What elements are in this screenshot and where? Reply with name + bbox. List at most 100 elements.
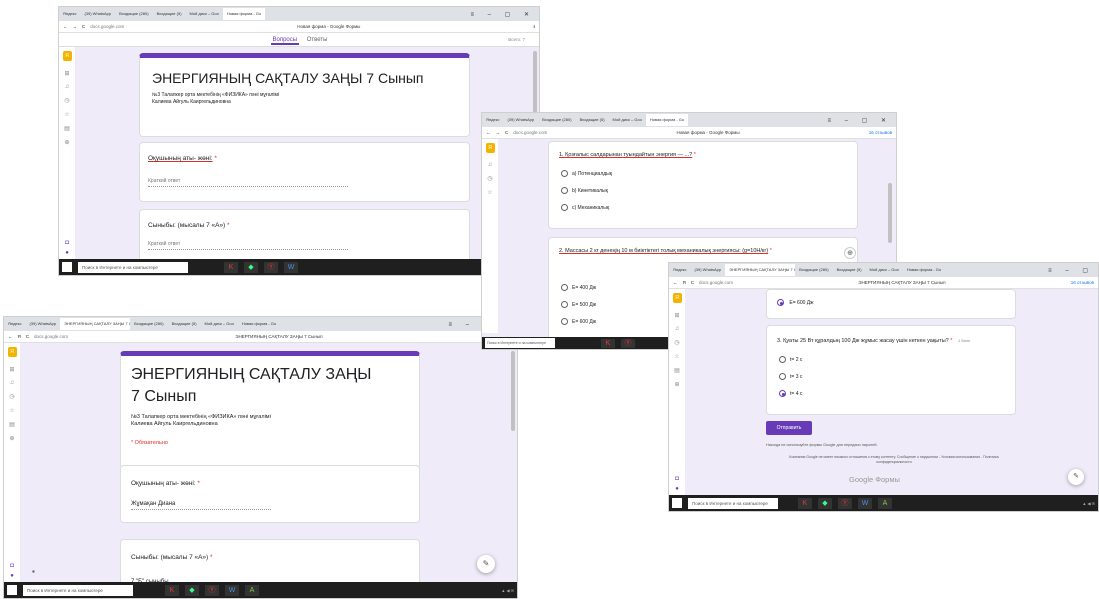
address-bar[interactable]: ← Я C docs.google.com ЭНЕРГИЯНЫҢ САҚТАЛУ… (4, 331, 517, 343)
collections-icon[interactable]: ▤ (674, 367, 680, 374)
forward-icon[interactable]: → (496, 130, 501, 135)
yandex-logo-icon[interactable]: Я (62, 51, 72, 61)
add-icon[interactable]: ⊕ (9, 435, 14, 442)
browser-tab[interactable]: Входящие (5) (576, 114, 609, 126)
browser-tab[interactable]: Яндекс (59, 8, 80, 20)
alice-icon[interactable]: ● (10, 573, 14, 579)
tab-answers[interactable]: Ответы (307, 37, 328, 43)
windows-start-icon[interactable] (672, 498, 682, 508)
edit-fab-icon[interactable]: ✎ (1068, 469, 1084, 485)
radio-button[interactable] (779, 356, 786, 363)
forward-icon[interactable]: Я (683, 280, 686, 285)
address-bar[interactable]: ← Я C docs.google.com ЭНЕРГИЯНЫҢ САҚТАЛУ… (669, 277, 1098, 289)
scrollbar[interactable] (511, 351, 515, 431)
option-row[interactable]: t= 4 с (767, 380, 1015, 397)
form-description[interactable]: №3 Талапкер орта мектебінің «ФИЗИКА» пән… (140, 86, 469, 106)
bell-icon[interactable]: ♫ (65, 84, 70, 90)
reload-icon[interactable]: C (505, 130, 508, 135)
yandex-taskbar-icon[interactable]: K (798, 497, 812, 509)
grid-icon[interactable]: ⊞ (674, 312, 679, 319)
browser-tab[interactable]: Входящие (5) (153, 8, 186, 20)
short-answer-placeholder[interactable]: Краткий ответ (148, 241, 348, 250)
windows-start-icon[interactable] (7, 585, 17, 595)
browser-tab[interactable]: Мой диск – Goo (866, 264, 903, 276)
radio-button[interactable] (561, 187, 568, 194)
back-icon[interactable]: ← (673, 280, 678, 285)
reload-icon[interactable]: C (82, 24, 85, 29)
back-icon[interactable]: ← (63, 24, 68, 29)
address-bar[interactable]: ← → C docs.google.com Новая форма - Goog… (482, 127, 896, 139)
yandex-logo-icon[interactable]: Я (485, 143, 495, 153)
browser-tab[interactable]: Яндекс (669, 264, 690, 276)
browser-tab-active[interactable]: ЭНЕРГИЯНЫҢ САҚТАЛУ ЗАҢЫ 7 Сынып (60, 318, 131, 330)
back-icon[interactable]: ← (486, 130, 491, 135)
radio-button[interactable] (561, 170, 568, 177)
browser-tab[interactable]: Входящие (280) (115, 8, 152, 20)
reload-icon[interactable]: C (691, 280, 694, 285)
star-icon[interactable]: ☆ (64, 111, 69, 118)
palette-icon[interactable]: ◘ (10, 563, 14, 569)
radio-button[interactable] (561, 204, 568, 211)
option-row[interactable]: t= 3 с (767, 363, 1015, 380)
browser-tab[interactable]: Новая форма - Go (238, 318, 280, 330)
feedback-icon[interactable]: ▪ (32, 567, 35, 576)
collections-icon[interactable]: ▤ (64, 125, 70, 132)
browser-tab[interactable]: Входящие (280) (795, 264, 832, 276)
radio-selected[interactable] (779, 390, 786, 397)
option-row[interactable]: Е= 600 Дж (767, 290, 1015, 306)
scrollbar[interactable] (888, 183, 892, 243)
browser-tab-active[interactable]: Новая форма - Go (222, 8, 266, 20)
url-text[interactable]: docs.google.com (513, 130, 547, 135)
grid-icon[interactable]: ⊞ (64, 70, 69, 77)
browser-tab[interactable]: Входящие (5) (168, 318, 201, 330)
download-icon[interactable]: ⭳ (533, 23, 535, 31)
browser-tab[interactable]: Яндекс (482, 114, 503, 126)
url-text[interactable]: docs.google.com (34, 334, 68, 339)
url-text[interactable]: docs.google.com (699, 280, 733, 285)
option-row[interactable]: c) Механикалық (549, 194, 857, 211)
palette-icon[interactable]: ◘ (675, 476, 679, 482)
window-controls[interactable]: ≡ – ▢ (1048, 267, 1098, 274)
browser-tab-active[interactable]: ЭНЕРГИЯНЫҢ САҚТАЛУ ЗАҢЫ 7 Сынып (725, 264, 796, 276)
radio-selected[interactable] (777, 299, 784, 306)
bell-icon[interactable]: ♫ (488, 162, 493, 168)
add-question-icon[interactable]: ⊕ (844, 247, 856, 259)
extension-badge[interactable]: 16 отзывов (1071, 280, 1094, 285)
history-icon[interactable]: ◷ (674, 339, 679, 346)
palette-icon[interactable]: ◘ (65, 240, 69, 246)
forward-icon[interactable]: Я (18, 334, 21, 339)
app-taskbar-icon[interactable]: ◆ (185, 584, 199, 596)
star-icon[interactable]: ☆ (674, 353, 679, 360)
app-green-icon[interactable]: A (245, 584, 259, 596)
taskbar-search[interactable]: Поиск в Интернете и на компьютере (688, 497, 778, 509)
taskbar-search[interactable]: Поиск в Интернете и на компьютере (485, 338, 555, 348)
google-forms-logo[interactable]: Google Формы (849, 475, 900, 484)
browser-tab[interactable]: Входящие (5) (833, 264, 866, 276)
window-controls[interactable]: ≡ – ▢ ✕ (827, 117, 896, 124)
browser-tab[interactable]: (39) WhatsApp (80, 8, 115, 20)
extension-badge[interactable]: 16 отзывов (869, 130, 892, 135)
collections-icon[interactable]: ▤ (9, 421, 15, 428)
url-text[interactable]: docs.google.com (90, 24, 124, 29)
address-bar[interactable]: ← → C docs.google.com Новая форма - Goog… (59, 21, 539, 33)
bell-icon[interactable]: ♫ (10, 380, 15, 386)
radio-button[interactable] (561, 301, 568, 308)
word-icon[interactable]: W (225, 584, 239, 596)
browser-tab[interactable]: Мой диск – Goo (609, 114, 646, 126)
yandex-browser-icon[interactable]: Ⓨ (838, 497, 852, 509)
word-icon[interactable]: W (858, 497, 872, 509)
submit-button[interactable]: Отправить (766, 421, 812, 435)
star-icon[interactable]: ☆ (9, 407, 14, 414)
edit-fab-icon[interactable]: ✎ (477, 555, 495, 573)
browser-tab-active[interactable]: Новая форма - Go (645, 114, 689, 126)
forward-icon[interactable]: → (73, 24, 78, 29)
star-icon[interactable]: ☆ (487, 189, 492, 196)
yandex-taskbar-icon[interactable]: K (165, 584, 179, 596)
back-icon[interactable]: ← (8, 334, 13, 339)
taskbar-search[interactable]: Поиск в Интернете и на компьютере (78, 261, 188, 273)
yandex-taskbar-icon[interactable]: K (224, 261, 238, 273)
radio-button[interactable] (561, 318, 568, 325)
form-title[interactable]: ЭНЕРГИЯНЫҢ САҚТАЛУ ЗАҢЫ 7 Сынып (140, 58, 469, 86)
browser-tab[interactable]: Входящие (280) (538, 114, 575, 126)
browser-tab[interactable]: (39) WhatsApp (690, 264, 725, 276)
